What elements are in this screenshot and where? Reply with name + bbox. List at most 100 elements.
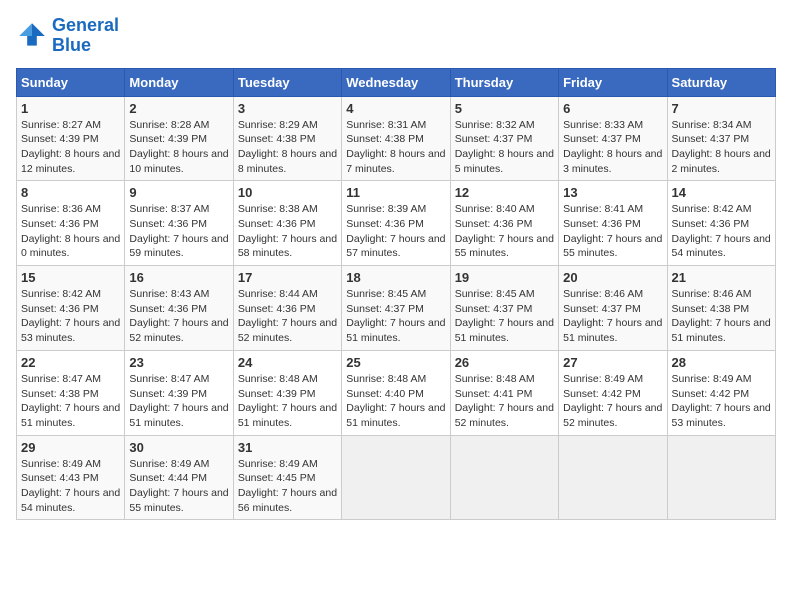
calendar-cell [667, 435, 775, 520]
day-info: Sunrise: 8:47 AM Sunset: 4:38 PM Dayligh… [21, 372, 120, 431]
calendar-cell: 8 Sunrise: 8:36 AM Sunset: 4:36 PM Dayli… [17, 181, 125, 266]
logo-icon [16, 20, 48, 52]
day-number: 22 [21, 355, 120, 370]
day-info: Sunrise: 8:34 AM Sunset: 4:37 PM Dayligh… [672, 118, 771, 177]
day-number: 24 [238, 355, 337, 370]
day-info: Sunrise: 8:45 AM Sunset: 4:37 PM Dayligh… [455, 287, 554, 346]
weekday-header: Sunday [17, 68, 125, 96]
calendar-cell: 25 Sunrise: 8:48 AM Sunset: 4:40 PM Dayl… [342, 350, 450, 435]
day-number: 26 [455, 355, 554, 370]
day-info: Sunrise: 8:43 AM Sunset: 4:36 PM Dayligh… [129, 287, 228, 346]
calendar-week-row: 8 Sunrise: 8:36 AM Sunset: 4:36 PM Dayli… [17, 181, 776, 266]
calendar-cell: 20 Sunrise: 8:46 AM Sunset: 4:37 PM Dayl… [559, 266, 667, 351]
day-info: Sunrise: 8:28 AM Sunset: 4:39 PM Dayligh… [129, 118, 228, 177]
calendar-cell: 4 Sunrise: 8:31 AM Sunset: 4:38 PM Dayli… [342, 96, 450, 181]
calendar-cell [559, 435, 667, 520]
weekday-header: Tuesday [233, 68, 341, 96]
calendar-cell: 30 Sunrise: 8:49 AM Sunset: 4:44 PM Dayl… [125, 435, 233, 520]
day-number: 13 [563, 185, 662, 200]
day-number: 10 [238, 185, 337, 200]
day-info: Sunrise: 8:29 AM Sunset: 4:38 PM Dayligh… [238, 118, 337, 177]
calendar-cell: 21 Sunrise: 8:46 AM Sunset: 4:38 PM Dayl… [667, 266, 775, 351]
day-number: 2 [129, 101, 228, 116]
calendar-cell: 9 Sunrise: 8:37 AM Sunset: 4:36 PM Dayli… [125, 181, 233, 266]
calendar-cell: 2 Sunrise: 8:28 AM Sunset: 4:39 PM Dayli… [125, 96, 233, 181]
day-number: 29 [21, 440, 120, 455]
day-number: 19 [455, 270, 554, 285]
day-info: Sunrise: 8:47 AM Sunset: 4:39 PM Dayligh… [129, 372, 228, 431]
calendar-cell: 14 Sunrise: 8:42 AM Sunset: 4:36 PM Dayl… [667, 181, 775, 266]
calendar-cell: 3 Sunrise: 8:29 AM Sunset: 4:38 PM Dayli… [233, 96, 341, 181]
calendar-cell [450, 435, 558, 520]
weekday-header: Saturday [667, 68, 775, 96]
calendar-cell: 16 Sunrise: 8:43 AM Sunset: 4:36 PM Dayl… [125, 266, 233, 351]
calendar-cell: 19 Sunrise: 8:45 AM Sunset: 4:37 PM Dayl… [450, 266, 558, 351]
day-info: Sunrise: 8:49 AM Sunset: 4:43 PM Dayligh… [21, 457, 120, 516]
day-number: 20 [563, 270, 662, 285]
day-info: Sunrise: 8:31 AM Sunset: 4:38 PM Dayligh… [346, 118, 445, 177]
calendar-week-row: 15 Sunrise: 8:42 AM Sunset: 4:36 PM Dayl… [17, 266, 776, 351]
day-number: 4 [346, 101, 445, 116]
day-number: 9 [129, 185, 228, 200]
calendar-cell: 18 Sunrise: 8:45 AM Sunset: 4:37 PM Dayl… [342, 266, 450, 351]
day-info: Sunrise: 8:49 AM Sunset: 4:42 PM Dayligh… [672, 372, 771, 431]
page-header: General Blue [16, 16, 776, 56]
calendar-cell: 23 Sunrise: 8:47 AM Sunset: 4:39 PM Dayl… [125, 350, 233, 435]
calendar-cell: 6 Sunrise: 8:33 AM Sunset: 4:37 PM Dayli… [559, 96, 667, 181]
day-info: Sunrise: 8:46 AM Sunset: 4:38 PM Dayligh… [672, 287, 771, 346]
day-number: 3 [238, 101, 337, 116]
calendar-cell: 17 Sunrise: 8:44 AM Sunset: 4:36 PM Dayl… [233, 266, 341, 351]
day-number: 28 [672, 355, 771, 370]
day-number: 15 [21, 270, 120, 285]
day-number: 31 [238, 440, 337, 455]
day-info: Sunrise: 8:49 AM Sunset: 4:44 PM Dayligh… [129, 457, 228, 516]
calendar-cell: 7 Sunrise: 8:34 AM Sunset: 4:37 PM Dayli… [667, 96, 775, 181]
day-info: Sunrise: 8:48 AM Sunset: 4:39 PM Dayligh… [238, 372, 337, 431]
day-number: 17 [238, 270, 337, 285]
day-number: 25 [346, 355, 445, 370]
day-info: Sunrise: 8:27 AM Sunset: 4:39 PM Dayligh… [21, 118, 120, 177]
day-number: 18 [346, 270, 445, 285]
day-info: Sunrise: 8:45 AM Sunset: 4:37 PM Dayligh… [346, 287, 445, 346]
calendar-cell: 31 Sunrise: 8:49 AM Sunset: 4:45 PM Dayl… [233, 435, 341, 520]
day-info: Sunrise: 8:46 AM Sunset: 4:37 PM Dayligh… [563, 287, 662, 346]
calendar-week-row: 1 Sunrise: 8:27 AM Sunset: 4:39 PM Dayli… [17, 96, 776, 181]
day-info: Sunrise: 8:42 AM Sunset: 4:36 PM Dayligh… [672, 202, 771, 261]
logo: General Blue [16, 16, 119, 56]
day-info: Sunrise: 8:38 AM Sunset: 4:36 PM Dayligh… [238, 202, 337, 261]
calendar-cell [342, 435, 450, 520]
day-number: 21 [672, 270, 771, 285]
day-info: Sunrise: 8:41 AM Sunset: 4:36 PM Dayligh… [563, 202, 662, 261]
calendar-cell: 27 Sunrise: 8:49 AM Sunset: 4:42 PM Dayl… [559, 350, 667, 435]
day-info: Sunrise: 8:32 AM Sunset: 4:37 PM Dayligh… [455, 118, 554, 177]
day-number: 7 [672, 101, 771, 116]
day-info: Sunrise: 8:48 AM Sunset: 4:41 PM Dayligh… [455, 372, 554, 431]
day-number: 5 [455, 101, 554, 116]
day-info: Sunrise: 8:49 AM Sunset: 4:45 PM Dayligh… [238, 457, 337, 516]
day-info: Sunrise: 8:44 AM Sunset: 4:36 PM Dayligh… [238, 287, 337, 346]
calendar-cell: 5 Sunrise: 8:32 AM Sunset: 4:37 PM Dayli… [450, 96, 558, 181]
calendar-cell: 13 Sunrise: 8:41 AM Sunset: 4:36 PM Dayl… [559, 181, 667, 266]
logo-text: General Blue [52, 16, 119, 56]
day-info: Sunrise: 8:37 AM Sunset: 4:36 PM Dayligh… [129, 202, 228, 261]
day-number: 8 [21, 185, 120, 200]
day-info: Sunrise: 8:42 AM Sunset: 4:36 PM Dayligh… [21, 287, 120, 346]
day-info: Sunrise: 8:49 AM Sunset: 4:42 PM Dayligh… [563, 372, 662, 431]
day-number: 14 [672, 185, 771, 200]
weekday-header: Monday [125, 68, 233, 96]
calendar-week-row: 22 Sunrise: 8:47 AM Sunset: 4:38 PM Dayl… [17, 350, 776, 435]
calendar-cell: 1 Sunrise: 8:27 AM Sunset: 4:39 PM Dayli… [17, 96, 125, 181]
day-number: 23 [129, 355, 228, 370]
day-number: 6 [563, 101, 662, 116]
weekday-header: Friday [559, 68, 667, 96]
day-info: Sunrise: 8:33 AM Sunset: 4:37 PM Dayligh… [563, 118, 662, 177]
day-info: Sunrise: 8:48 AM Sunset: 4:40 PM Dayligh… [346, 372, 445, 431]
calendar-cell: 28 Sunrise: 8:49 AM Sunset: 4:42 PM Dayl… [667, 350, 775, 435]
calendar-header-row: SundayMondayTuesdayWednesdayThursdayFrid… [17, 68, 776, 96]
calendar-cell: 22 Sunrise: 8:47 AM Sunset: 4:38 PM Dayl… [17, 350, 125, 435]
weekday-header: Wednesday [342, 68, 450, 96]
weekday-header: Thursday [450, 68, 558, 96]
calendar-cell: 15 Sunrise: 8:42 AM Sunset: 4:36 PM Dayl… [17, 266, 125, 351]
day-info: Sunrise: 8:36 AM Sunset: 4:36 PM Dayligh… [21, 202, 120, 261]
calendar-cell: 24 Sunrise: 8:48 AM Sunset: 4:39 PM Dayl… [233, 350, 341, 435]
